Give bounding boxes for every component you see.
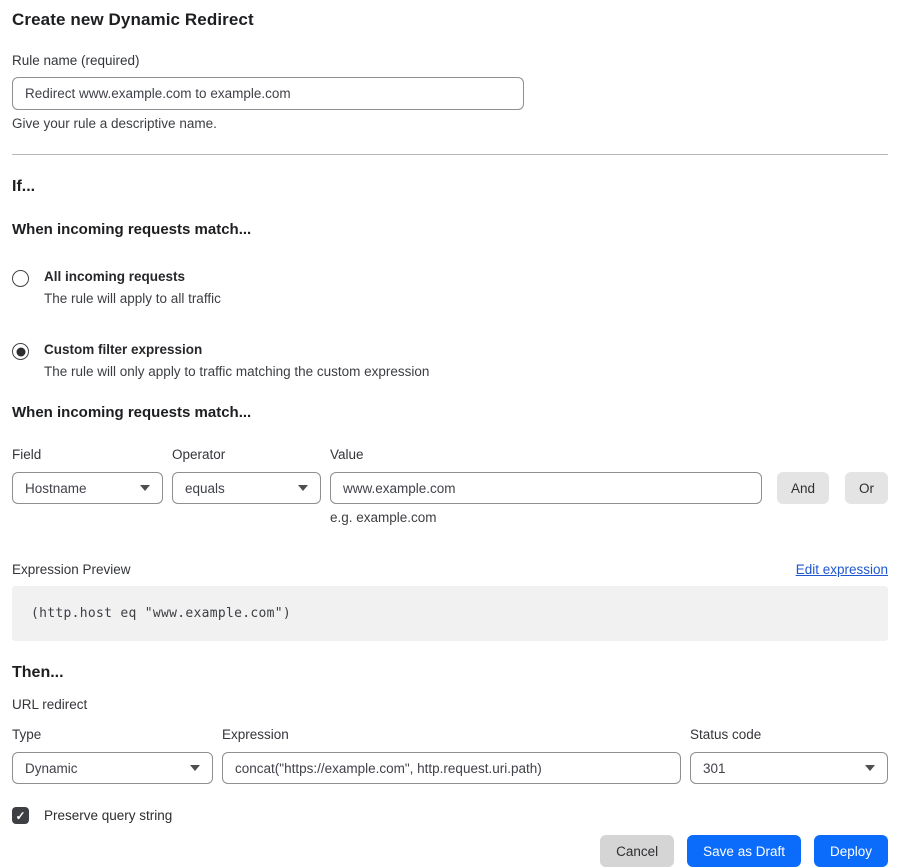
type-column: Type Dynamic [12,727,213,784]
redirect-expression-input[interactable] [222,752,681,784]
type-label: Type [12,727,213,742]
edit-expression-link[interactable]: Edit expression [796,562,888,577]
create-redirect-form: Create new Dynamic Redirect Rule name (r… [0,0,907,867]
rule-name-input[interactable] [12,77,524,110]
expression-preview-header: Expression Preview Edit expression [12,562,888,577]
operator-label: Operator [172,447,321,462]
radio-custom-filter[interactable] [12,343,29,360]
operator-select-value: equals [185,481,225,496]
deploy-button[interactable]: Deploy [814,835,888,867]
field-select[interactable]: Hostname [12,472,163,504]
field-column: Field Hostname [12,447,163,504]
and-button[interactable]: And [777,472,829,504]
page-title: Create new Dynamic Redirect [12,10,888,30]
expression-label: Expression [222,727,681,742]
value-help: e.g. example.com [330,510,762,525]
type-select-value: Dynamic [25,761,78,776]
value-label: Value [330,447,762,462]
operator-column: Operator equals [172,447,321,504]
section-divider [12,154,888,155]
radio-custom-filter-description: The rule will only apply to traffic matc… [44,364,429,379]
match-type-heading: When incoming requests match... [12,221,888,238]
chevron-down-icon [190,765,200,771]
filter-builder-heading: When incoming requests match... [12,404,888,421]
type-select[interactable]: Dynamic [12,752,213,784]
rule-name-help: Give your rule a descriptive name. [12,116,888,131]
or-button[interactable]: Or [845,472,888,504]
filter-builder-row: Field Hostname Operator equals Value e.g… [12,447,888,525]
chevron-down-icon [865,765,875,771]
radio-all-requests[interactable] [12,270,29,287]
chevron-down-icon [298,485,308,491]
status-code-label: Status code [690,727,888,742]
radio-texts: Custom filter expression The rule will o… [44,342,429,379]
if-heading: If... [12,178,888,196]
expression-preview-label: Expression Preview [12,562,131,577]
radio-all-requests-label: All incoming requests [44,269,221,284]
radio-option-custom-filter[interactable]: Custom filter expression The rule will o… [12,342,888,379]
field-label: Field [12,447,163,462]
value-column: Value e.g. example.com [330,447,762,525]
form-actions: Cancel Save as Draft Deploy [12,835,888,867]
radio-custom-filter-label: Custom filter expression [44,342,429,357]
url-redirect-label: URL redirect [12,697,888,712]
expression-preview-box: (http.host eq "www.example.com") [12,586,888,641]
expression-column: Expression [222,727,681,784]
save-as-draft-button[interactable]: Save as Draft [687,835,801,867]
expression-preview-code: (http.host eq "www.example.com") [31,606,291,621]
cancel-button[interactable]: Cancel [600,835,674,867]
preserve-query-string-label: Preserve query string [44,808,172,823]
chevron-down-icon [140,485,150,491]
radio-all-requests-description: The rule will apply to all traffic [44,291,221,306]
preserve-query-string-row[interactable]: ✓ Preserve query string [12,807,888,824]
status-code-select[interactable]: 301 [690,752,888,784]
then-heading: Then... [12,664,888,682]
preserve-query-string-checkbox[interactable]: ✓ [12,807,29,824]
status-code-select-value: 301 [703,761,726,776]
radio-texts: All incoming requests The rule will appl… [44,269,221,306]
redirect-settings-row: Type Dynamic Expression Status code 301 [12,727,888,784]
radio-option-all-requests[interactable]: All incoming requests The rule will appl… [12,269,888,306]
status-code-column: Status code 301 [690,727,888,784]
rule-name-label: Rule name (required) [12,53,888,68]
value-input[interactable] [330,472,762,504]
operator-select[interactable]: equals [172,472,321,504]
field-select-value: Hostname [25,481,87,496]
